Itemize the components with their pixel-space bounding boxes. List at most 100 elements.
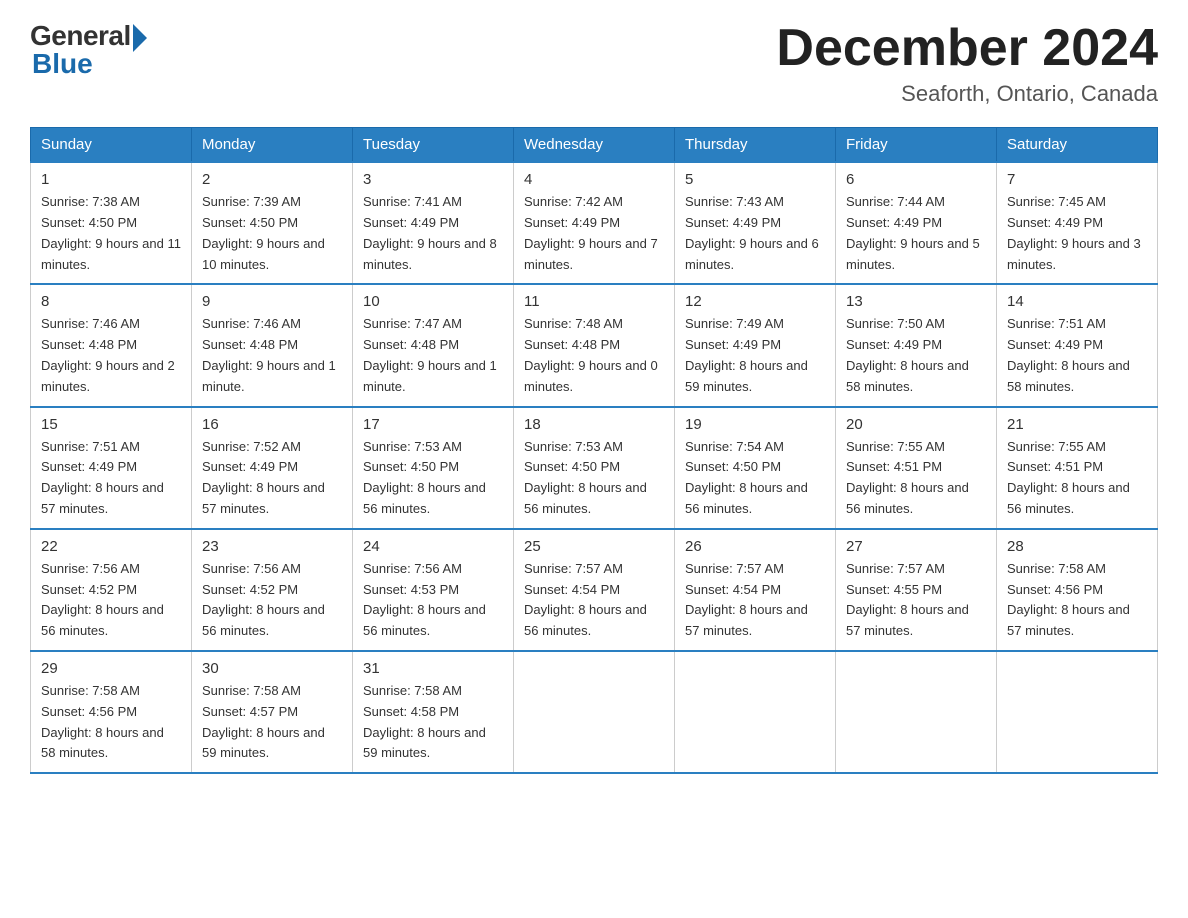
page-header: General Blue December 2024 Seaforth, Ont… [30,20,1158,107]
day-number: 27 [846,538,986,555]
day-info: Sunrise: 7:39 AM Sunset: 4:50 PM Dayligh… [202,192,342,275]
day-info: Sunrise: 7:42 AM Sunset: 4:49 PM Dayligh… [524,192,664,275]
day-info: Sunrise: 7:38 AM Sunset: 4:50 PM Dayligh… [41,192,181,275]
day-info: Sunrise: 7:50 AM Sunset: 4:49 PM Dayligh… [846,314,986,397]
calendar-cell [836,651,997,773]
calendar-cell: 13 Sunrise: 7:50 AM Sunset: 4:49 PM Dayl… [836,284,997,406]
day-info: Sunrise: 7:58 AM Sunset: 4:58 PM Dayligh… [363,681,503,764]
day-number: 24 [363,538,503,555]
col-header-tuesday: Tuesday [353,128,514,163]
day-number: 16 [202,416,342,433]
week-row-3: 15 Sunrise: 7:51 AM Sunset: 4:49 PM Dayl… [31,407,1158,529]
main-title: December 2024 [776,20,1158,77]
day-number: 31 [363,660,503,677]
day-number: 3 [363,171,503,188]
week-row-2: 8 Sunrise: 7:46 AM Sunset: 4:48 PM Dayli… [31,284,1158,406]
calendar-cell: 18 Sunrise: 7:53 AM Sunset: 4:50 PM Dayl… [514,407,675,529]
week-row-4: 22 Sunrise: 7:56 AM Sunset: 4:52 PM Dayl… [31,529,1158,651]
day-number: 15 [41,416,181,433]
col-header-friday: Friday [836,128,997,163]
calendar-cell: 21 Sunrise: 7:55 AM Sunset: 4:51 PM Dayl… [997,407,1158,529]
calendar-cell: 11 Sunrise: 7:48 AM Sunset: 4:48 PM Dayl… [514,284,675,406]
day-info: Sunrise: 7:56 AM Sunset: 4:52 PM Dayligh… [202,559,342,642]
calendar-cell: 19 Sunrise: 7:54 AM Sunset: 4:50 PM Dayl… [675,407,836,529]
day-info: Sunrise: 7:41 AM Sunset: 4:49 PM Dayligh… [363,192,503,275]
day-info: Sunrise: 7:53 AM Sunset: 4:50 PM Dayligh… [524,437,664,520]
calendar-cell [675,651,836,773]
calendar-cell: 26 Sunrise: 7:57 AM Sunset: 4:54 PM Dayl… [675,529,836,651]
day-number: 21 [1007,416,1147,433]
day-info: Sunrise: 7:48 AM Sunset: 4:48 PM Dayligh… [524,314,664,397]
day-number: 10 [363,293,503,310]
day-number: 4 [524,171,664,188]
day-number: 18 [524,416,664,433]
calendar-cell: 1 Sunrise: 7:38 AM Sunset: 4:50 PM Dayli… [31,162,192,284]
calendar-cell: 24 Sunrise: 7:56 AM Sunset: 4:53 PM Dayl… [353,529,514,651]
week-row-1: 1 Sunrise: 7:38 AM Sunset: 4:50 PM Dayli… [31,162,1158,284]
calendar-cell: 30 Sunrise: 7:58 AM Sunset: 4:57 PM Dayl… [192,651,353,773]
calendar-cell: 23 Sunrise: 7:56 AM Sunset: 4:52 PM Dayl… [192,529,353,651]
day-info: Sunrise: 7:44 AM Sunset: 4:49 PM Dayligh… [846,192,986,275]
day-number: 5 [685,171,825,188]
calendar-cell: 20 Sunrise: 7:55 AM Sunset: 4:51 PM Dayl… [836,407,997,529]
subtitle: Seaforth, Ontario, Canada [776,81,1158,107]
day-info: Sunrise: 7:46 AM Sunset: 4:48 PM Dayligh… [41,314,181,397]
day-number: 1 [41,171,181,188]
day-info: Sunrise: 7:58 AM Sunset: 4:56 PM Dayligh… [1007,559,1147,642]
calendar-cell: 27 Sunrise: 7:57 AM Sunset: 4:55 PM Dayl… [836,529,997,651]
day-info: Sunrise: 7:51 AM Sunset: 4:49 PM Dayligh… [41,437,181,520]
calendar-cell: 22 Sunrise: 7:56 AM Sunset: 4:52 PM Dayl… [31,529,192,651]
day-number: 17 [363,416,503,433]
day-info: Sunrise: 7:52 AM Sunset: 4:49 PM Dayligh… [202,437,342,520]
day-number: 20 [846,416,986,433]
col-header-thursday: Thursday [675,128,836,163]
day-info: Sunrise: 7:47 AM Sunset: 4:48 PM Dayligh… [363,314,503,397]
day-info: Sunrise: 7:57 AM Sunset: 4:54 PM Dayligh… [685,559,825,642]
day-info: Sunrise: 7:45 AM Sunset: 4:49 PM Dayligh… [1007,192,1147,275]
day-number: 2 [202,171,342,188]
day-info: Sunrise: 7:55 AM Sunset: 4:51 PM Dayligh… [1007,437,1147,520]
day-number: 9 [202,293,342,310]
calendar-cell [997,651,1158,773]
calendar-header-row: SundayMondayTuesdayWednesdayThursdayFrid… [31,128,1158,163]
calendar-cell: 17 Sunrise: 7:53 AM Sunset: 4:50 PM Dayl… [353,407,514,529]
calendar-cell: 25 Sunrise: 7:57 AM Sunset: 4:54 PM Dayl… [514,529,675,651]
day-number: 11 [524,293,664,310]
day-number: 7 [1007,171,1147,188]
day-info: Sunrise: 7:53 AM Sunset: 4:50 PM Dayligh… [363,437,503,520]
day-number: 22 [41,538,181,555]
day-info: Sunrise: 7:54 AM Sunset: 4:50 PM Dayligh… [685,437,825,520]
calendar-cell: 16 Sunrise: 7:52 AM Sunset: 4:49 PM Dayl… [192,407,353,529]
day-number: 23 [202,538,342,555]
calendar-cell: 4 Sunrise: 7:42 AM Sunset: 4:49 PM Dayli… [514,162,675,284]
day-number: 30 [202,660,342,677]
col-header-wednesday: Wednesday [514,128,675,163]
calendar-cell: 15 Sunrise: 7:51 AM Sunset: 4:49 PM Dayl… [31,407,192,529]
day-number: 25 [524,538,664,555]
day-number: 8 [41,293,181,310]
day-info: Sunrise: 7:46 AM Sunset: 4:48 PM Dayligh… [202,314,342,397]
day-info: Sunrise: 7:57 AM Sunset: 4:55 PM Dayligh… [846,559,986,642]
title-section: December 2024 Seaforth, Ontario, Canada [776,20,1158,107]
calendar-cell: 10 Sunrise: 7:47 AM Sunset: 4:48 PM Dayl… [353,284,514,406]
day-number: 13 [846,293,986,310]
day-number: 19 [685,416,825,433]
calendar-cell: 9 Sunrise: 7:46 AM Sunset: 4:48 PM Dayli… [192,284,353,406]
day-number: 29 [41,660,181,677]
logo: General Blue [30,20,147,80]
day-number: 12 [685,293,825,310]
calendar-cell: 12 Sunrise: 7:49 AM Sunset: 4:49 PM Dayl… [675,284,836,406]
calendar-cell: 5 Sunrise: 7:43 AM Sunset: 4:49 PM Dayli… [675,162,836,284]
calendar-cell: 31 Sunrise: 7:58 AM Sunset: 4:58 PM Dayl… [353,651,514,773]
day-number: 6 [846,171,986,188]
calendar-cell [514,651,675,773]
week-row-5: 29 Sunrise: 7:58 AM Sunset: 4:56 PM Dayl… [31,651,1158,773]
day-number: 14 [1007,293,1147,310]
day-info: Sunrise: 7:49 AM Sunset: 4:49 PM Dayligh… [685,314,825,397]
calendar-cell: 7 Sunrise: 7:45 AM Sunset: 4:49 PM Dayli… [997,162,1158,284]
day-info: Sunrise: 7:58 AM Sunset: 4:57 PM Dayligh… [202,681,342,764]
calendar-cell: 6 Sunrise: 7:44 AM Sunset: 4:49 PM Dayli… [836,162,997,284]
day-info: Sunrise: 7:58 AM Sunset: 4:56 PM Dayligh… [41,681,181,764]
day-number: 28 [1007,538,1147,555]
day-info: Sunrise: 7:57 AM Sunset: 4:54 PM Dayligh… [524,559,664,642]
